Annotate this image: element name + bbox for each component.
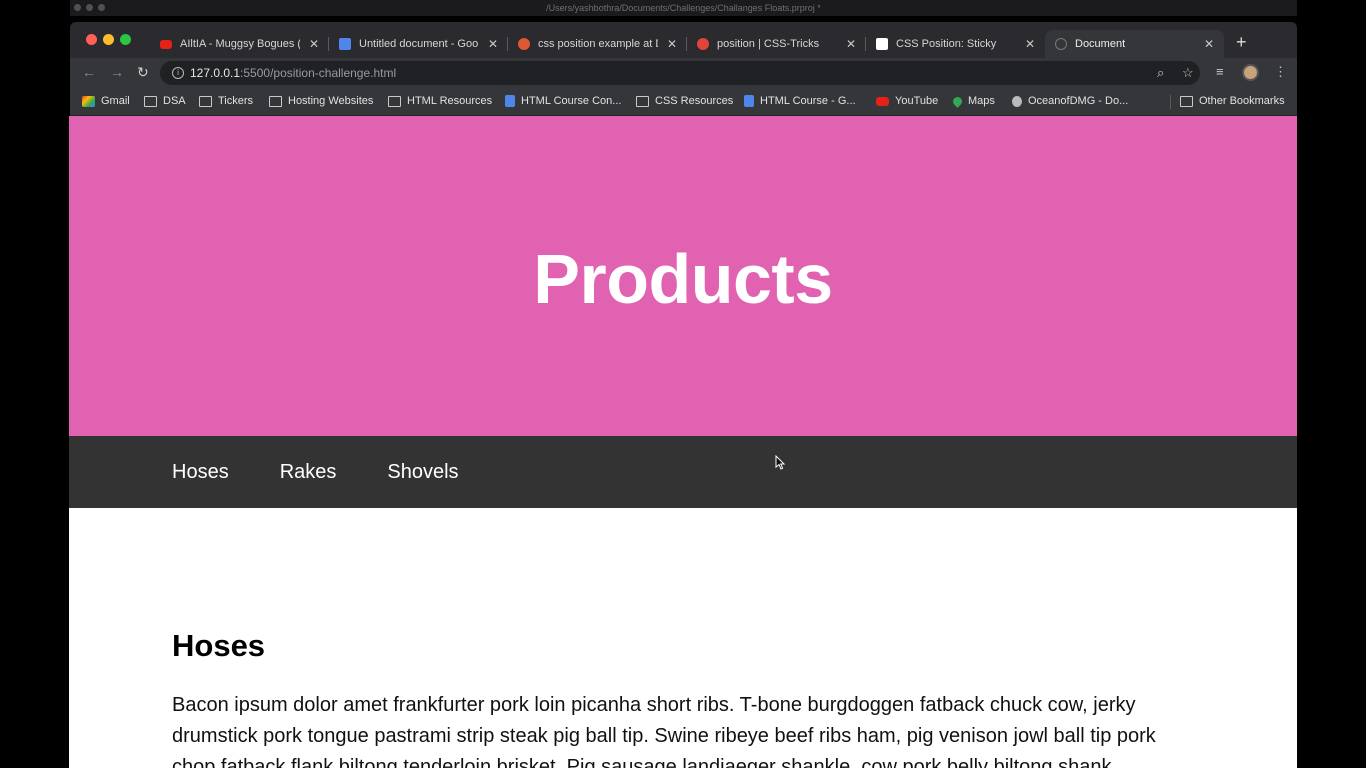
globe-icon [1055,38,1067,50]
nav-link-rakes[interactable]: Rakes [280,461,337,484]
bookmark-youtube[interactable]: YouTube [876,95,938,107]
tab-title: CSS Position: Sticky [896,38,997,50]
folder-icon [199,95,212,107]
section-paragraph: Bacon ipsum dolor amet frankfurter pork … [172,694,1156,768]
duckduckgo-icon [518,38,530,50]
folder-icon [144,95,157,107]
bookmark-gmail[interactable]: Gmail [82,95,130,107]
tab-youtube[interactable]: AIltIA - Muggsy Bogues ( ✕ [150,30,329,58]
address-bar[interactable]: i 127.0.0.1:5500/position-challenge.html… [160,61,1200,85]
url-text[interactable]: 127.0.0.1:5500/position-challenge.html [190,66,396,80]
google-docs-icon [744,95,754,107]
close-tab-icon[interactable]: ✕ [1025,37,1035,51]
new-tab-icon[interactable]: + [1236,32,1247,52]
reload-icon[interactable]: ↻ [137,64,149,80]
close-tab-icon[interactable]: ✕ [667,37,677,51]
tab-title: Untitled document - Goo [359,38,479,50]
avatar[interactable] [1242,64,1259,81]
tab-css-sticky[interactable]: CSS Position: Sticky ✕ [866,30,1045,58]
forward-icon[interactable]: → [110,64,124,80]
page-viewport: Products Hoses Rakes Shovels Hoses Bacon… [69,116,1297,768]
mouse-cursor-icon [775,455,785,470]
tab-title: position | CSS-Tricks [717,38,820,50]
close-tab-icon[interactable]: ✕ [1204,37,1214,51]
bookmark-html-course-con[interactable]: HTML Course Con... [505,95,621,107]
bookmark-html-course-g[interactable]: HTML Course - G... [744,95,856,107]
sticky-icon [876,38,888,50]
close-tab-icon[interactable]: ✕ [309,37,319,51]
tab-strip: AIltIA - Muggsy Bogues ( ✕ Untitled docu… [150,30,1224,58]
apple-icon [1012,95,1022,107]
tab-title: css position example at D [538,38,658,50]
folder-icon [636,95,649,107]
tab-css-tricks[interactable]: position | CSS-Tricks ✕ [687,30,866,58]
youtube-icon [876,96,889,106]
back-icon[interactable]: ← [82,64,96,80]
bookmark-dsa[interactable]: DSA [144,95,186,107]
google-docs-icon [339,38,351,50]
hoses-section: Hoses Bacon ipsum dolor amet frankfurter… [69,508,1297,768]
nav-link-hoses[interactable]: Hoses [172,461,229,484]
zoom-icon[interactable]: ⌕ [1157,66,1164,80]
outer-window-title: /Users/yashbothra/Documents/Challenges/C… [70,0,1297,16]
bookmark-oceanofdmg[interactable]: OceanofDMG - Do... [1012,95,1128,107]
google-docs-icon [505,95,515,107]
gmail-icon [82,95,95,107]
css-tricks-icon [697,38,709,50]
product-nav: Hoses Rakes Shovels [69,436,1297,508]
folder-icon [1180,95,1193,107]
close-tab-icon[interactable]: ✕ [488,37,498,51]
tab-title: AIltIA - Muggsy Bogues ( [180,38,300,50]
other-bookmarks[interactable]: Other Bookmarks [1180,95,1285,107]
page-title: Products [533,240,833,318]
hero-banner: Products [69,116,1297,436]
toolbar: ← → ↻ i 127.0.0.1:5500/position-challeng… [70,58,1297,88]
youtube-icon [160,39,172,49]
tab-document-active[interactable]: Document ✕ [1045,30,1224,58]
browser-window: AIltIA - Muggsy Bogues ( ✕ Untitled docu… [70,22,1297,116]
tab-duckduckgo[interactable]: css position example at D ✕ [508,30,687,58]
bookmark-tickers[interactable]: Tickers [199,95,253,107]
menu-icon[interactable]: ⋮ [1274,65,1287,79]
close-tab-icon[interactable]: ✕ [846,37,856,51]
nav-link-shovels[interactable]: Shovels [387,461,458,484]
minimize-window-button[interactable] [103,34,114,45]
media-controls-icon[interactable]: ≡ [1216,65,1224,79]
bookmark-hosting-websites[interactable]: Hosting Websites [269,95,373,107]
window-controls [86,34,131,45]
bookmark-css-resources[interactable]: CSS Resources [636,95,733,107]
outer-window-controls [74,4,105,11]
folder-icon [388,95,401,107]
site-info-icon[interactable]: i [172,67,184,79]
screen: /Users/yashbothra/Documents/Challenges/C… [0,0,1366,768]
tab-title: Document [1075,38,1126,50]
section-heading: Hoses [172,628,266,663]
bookmark-star-icon[interactable]: ☆ [1182,66,1194,80]
maps-icon [951,94,964,108]
bookmarks-bar: Gmail DSA Tickers Hosting Websites HTML … [70,88,1297,116]
maximize-window-button[interactable] [120,34,131,45]
folder-icon [269,95,282,107]
close-window-button[interactable] [86,34,97,45]
tab-google-doc[interactable]: Untitled document - Goo ✕ [329,30,508,58]
bookmark-maps[interactable]: Maps [951,94,995,108]
bookmark-html-resources[interactable]: HTML Resources [388,95,492,107]
